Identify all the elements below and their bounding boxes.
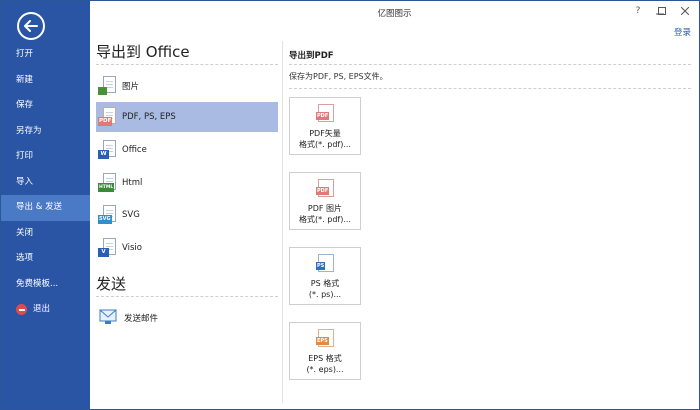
sidebar-item-label: 导出 & 发送	[16, 202, 63, 212]
divider	[289, 88, 691, 89]
back-button[interactable]	[17, 12, 45, 40]
image-icon	[98, 76, 116, 96]
title-bar: 亿图图示 ?	[90, 1, 699, 25]
send-item-label: 发送邮件	[124, 314, 159, 324]
export-card-ps[interactable]: PS PS 格式 (*. ps)...	[289, 247, 361, 305]
export-card-pdf-vector[interactable]: PDF PDF矢量 格式(*. pdf)...	[289, 97, 361, 155]
maximize-button[interactable]	[654, 4, 670, 18]
html-icon: HTML	[98, 173, 116, 193]
export-item-label: 图片	[122, 82, 140, 92]
sidebar-item-label: 打印	[16, 151, 34, 161]
sidebar-item-free-templates[interactable]: 免费模板...	[1, 272, 90, 298]
visio-icon: V	[98, 238, 116, 258]
sidebar-item-label: 退出	[33, 304, 51, 314]
pdf-image-icon: PDF	[316, 179, 334, 197]
arrow-left-icon	[24, 20, 38, 32]
panel-separator	[282, 41, 283, 403]
sidebar-item-save[interactable]: 保存	[1, 93, 90, 119]
exit-icon	[16, 304, 27, 316]
pdf-icon: PDF	[98, 107, 116, 127]
export-card-pdf-image[interactable]: PDF PDF 图片 格式(*. pdf)...	[289, 172, 361, 230]
ps-icon: PS	[316, 254, 334, 272]
app-window: 打开 新建 保存 另存为 打印 导入 导出 & 发送 关闭 选项 免费模板...…	[0, 0, 700, 410]
export-item-label: Office	[122, 145, 147, 155]
sidebar-item-label: 保存	[16, 100, 34, 110]
sidebar-item-close[interactable]: 关闭	[1, 221, 90, 247]
card-label: PDF 图片 格式(*. pdf)...	[299, 204, 351, 224]
panel-title: 导出到PDF	[289, 51, 334, 61]
backstage-sidebar: 打开 新建 保存 另存为 打印 导入 导出 & 发送 关闭 选项 免费模板...…	[1, 1, 90, 409]
sidebar-item-open[interactable]: 打开	[1, 42, 90, 68]
login-link[interactable]: 登录	[674, 26, 691, 38]
sidebar-item-options[interactable]: 选项	[1, 246, 90, 272]
export-item-image[interactable]: 图片	[96, 71, 278, 101]
card-label: PDF矢量 格式(*. pdf)...	[299, 129, 351, 149]
sidebar-item-label: 免费模板...	[16, 278, 59, 289]
send-item-email[interactable]: 发送邮件	[96, 303, 278, 333]
export-item-label: Visio	[122, 243, 142, 253]
sidebar-item-label: 打开	[16, 49, 34, 59]
panel-description: 保存为PDF, PS, EPS文件。	[289, 72, 388, 81]
sidebar-item-exit[interactable]: 退出	[1, 297, 90, 323]
sidebar-item-export-send[interactable]: 导出 & 发送	[1, 195, 90, 221]
divider	[96, 64, 278, 65]
sidebar-item-label: 另存为	[16, 125, 42, 136]
sidebar-item-print[interactable]: 打印	[1, 144, 90, 170]
help-button[interactable]: ?	[630, 4, 646, 18]
export-item-pdf[interactable]: PDF PDF, PS, EPS	[96, 102, 278, 132]
export-item-label: Html	[122, 178, 143, 188]
close-icon	[681, 7, 689, 15]
sidebar-item-label: 导入	[16, 176, 34, 187]
sidebar-item-import[interactable]: 导入	[1, 170, 90, 196]
svg-icon: SVG	[98, 205, 116, 225]
sidebar-item-save-as[interactable]: 另存为	[1, 119, 90, 145]
divider	[289, 64, 691, 65]
export-item-svg[interactable]: SVG SVG	[96, 200, 278, 230]
export-section-title: 导出到 Office	[96, 43, 190, 61]
help-icon: ?	[635, 6, 641, 16]
maximize-icon	[658, 7, 666, 15]
export-item-label: SVG	[122, 210, 140, 220]
close-button[interactable]	[677, 4, 693, 18]
window-title: 亿图图示	[377, 9, 412, 19]
card-label: PS 格式 (*. ps)...	[308, 279, 342, 299]
eps-icon: EPS	[316, 329, 334, 347]
email-icon	[98, 308, 118, 328]
export-item-label: PDF, PS, EPS	[122, 112, 176, 122]
sidebar-nav: 打开 新建 保存 另存为 打印 导入 导出 & 发送 关闭 选项 免费模板...…	[1, 42, 90, 323]
export-item-office[interactable]: W Office	[96, 135, 278, 165]
sidebar-item-label: 新建	[16, 74, 34, 85]
sidebar-item-label: 选项	[16, 253, 34, 263]
sidebar-item-label: 关闭	[16, 227, 34, 238]
word-icon: W	[98, 140, 116, 160]
sidebar-item-new[interactable]: 新建	[1, 68, 90, 94]
pdf-vector-icon: PDF	[316, 104, 334, 122]
send-section-title: 发送	[96, 275, 127, 293]
export-card-eps[interactable]: EPS EPS 格式 (*. eps)...	[289, 322, 361, 380]
export-item-visio[interactable]: V Visio	[96, 233, 278, 263]
card-label: EPS 格式 (*. eps)...	[306, 354, 344, 374]
divider	[96, 296, 278, 297]
export-item-html[interactable]: HTML Html	[96, 168, 278, 198]
